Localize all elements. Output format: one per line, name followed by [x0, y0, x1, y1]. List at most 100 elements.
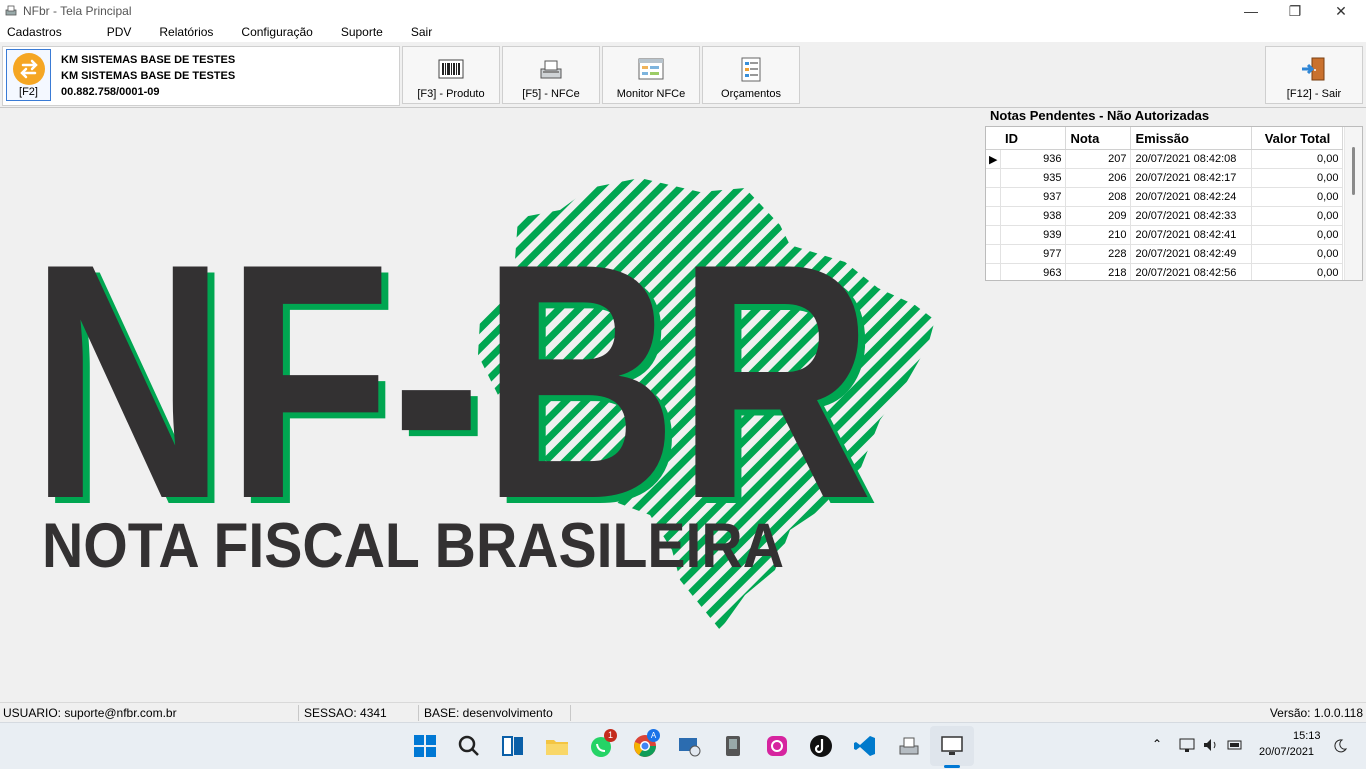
battery-icon[interactable]	[1226, 737, 1244, 753]
table-row[interactable]: 935 206 20/07/2021 08:42:17 0,00	[986, 168, 1344, 188]
close-icon: ✕	[1335, 2, 1347, 19]
company-cnpj: 00.882.758/0001-09	[61, 86, 160, 98]
cell-nota: 208	[1065, 187, 1132, 207]
cell-nota: 209	[1065, 206, 1132, 226]
monitor-nfce-label: Monitor NFCe	[616, 88, 686, 100]
column-header-emissao[interactable]: Emissão	[1130, 127, 1253, 150]
focus-assist-icon[interactable]	[1332, 738, 1348, 754]
cash-register-icon	[540, 60, 562, 79]
column-header-id[interactable]: ID	[1000, 127, 1067, 150]
menu-sair[interactable]: Sair	[404, 22, 439, 42]
title-bar: NFbr - Tela Principal — ❐ ✕	[0, 0, 1366, 22]
row-indicator	[986, 225, 1002, 245]
cell-id: 939	[1000, 225, 1067, 245]
table-row[interactable]: 977 228 20/07/2021 08:42:49 0,00	[986, 244, 1344, 264]
pending-notes-grid[interactable]: ID Nota Emissão Valor Total ▶ 936 207 20…	[985, 126, 1363, 281]
indicator-header	[986, 127, 1001, 150]
sair-button[interactable]: [F12] - Sair	[1265, 46, 1363, 104]
cell-valor-total: 0,00	[1251, 244, 1344, 264]
produto-button[interactable]: [F3] - Produto	[402, 46, 500, 104]
cell-id: 937	[1000, 187, 1067, 207]
cell-emissao: 20/07/2021 08:42:49	[1130, 244, 1253, 264]
pending-notes-table: ID Nota Emissão Valor Total ▶ 936 207 20…	[986, 127, 1344, 280]
cell-id: 938	[1000, 206, 1067, 226]
nfce-label: [F5] - NFCe	[522, 88, 580, 100]
app-printer-icon	[5, 5, 17, 16]
sair-label: [F12] - Sair	[1286, 88, 1342, 100]
menu-configuracao[interactable]: Configuração	[234, 22, 319, 42]
cell-id: 936	[1000, 149, 1067, 169]
logo-subtitle: NOTA FISCAL BRASILEIRA	[42, 511, 784, 581]
cell-valor-total: 0,00	[1251, 168, 1344, 188]
orcamentos-button[interactable]: Orçamentos	[702, 46, 800, 104]
cell-valor-total: 0,00	[1251, 149, 1344, 169]
table-row[interactable]: 937 208 20/07/2021 08:42:24 0,00	[986, 187, 1344, 207]
close-button[interactable]: ✕	[1318, 0, 1364, 22]
swap-arrows-icon	[13, 53, 45, 85]
status-divider	[298, 705, 299, 721]
volume-icon[interactable]	[1202, 737, 1220, 753]
cell-valor-total: 0,00	[1251, 225, 1344, 245]
cell-nota: 207	[1065, 149, 1132, 169]
quote-document-icon	[741, 57, 761, 82]
chevron-up-icon[interactable]: ⌃	[1152, 737, 1162, 751]
scrollbar-thumb[interactable]	[1352, 147, 1355, 195]
grid-vertical-scrollbar[interactable]	[1344, 127, 1362, 280]
column-header-nota[interactable]: Nota	[1065, 127, 1132, 150]
cell-id: 935	[1000, 168, 1067, 188]
device-manager-icon[interactable]	[720, 733, 746, 759]
minimize-button[interactable]: —	[1228, 0, 1274, 22]
nfbr-app-icon[interactable]	[896, 733, 922, 759]
window-title: NFbr - Tela Principal	[23, 4, 132, 18]
status-bar: USUARIO: suporte@nfbr.com.br SESSAO: 434…	[0, 702, 1366, 723]
search-icon[interactable]	[456, 733, 482, 759]
cell-valor-total: 0,00	[1251, 206, 1344, 226]
restore-icon: ❐	[1288, 2, 1302, 19]
cell-emissao: 20/07/2021 08:42:41	[1130, 225, 1253, 245]
clock-time[interactable]: 15:13	[1293, 730, 1321, 742]
task-view-icon[interactable]	[500, 733, 526, 759]
table-header-row: ID Nota Emissão Valor Total	[986, 127, 1344, 150]
tiktok-icon[interactable]	[808, 733, 834, 759]
column-header-valor-total[interactable]: Valor Total	[1251, 127, 1344, 150]
monitor-nfce-button[interactable]: Monitor NFCe	[602, 46, 700, 104]
file-explorer-icon[interactable]	[544, 733, 570, 759]
menu-relatorios[interactable]: Relatórios	[152, 22, 220, 42]
company-panel: [F2] KM SISTEMAS BASE DE TESTES KM SISTE…	[2, 46, 400, 106]
row-indicator	[986, 244, 1002, 264]
menu-suporte[interactable]: Suporte	[334, 22, 390, 42]
cell-emissao: 20/07/2021 08:42:24	[1130, 187, 1253, 207]
pending-notes-title: Notas Pendentes - Não Autorizadas	[990, 108, 1210, 123]
network-icon[interactable]	[1178, 737, 1196, 753]
chrome-profile-badge: A	[647, 729, 660, 742]
orcamentos-label: Orçamentos	[721, 88, 781, 100]
nfce-button[interactable]: [F5] - NFCe	[502, 46, 600, 104]
cell-valor-total: 0,00	[1251, 187, 1344, 207]
instagram-icon[interactable]	[764, 733, 790, 759]
vscode-icon[interactable]	[852, 733, 878, 759]
cell-emissao: 20/07/2021 08:42:33	[1130, 206, 1253, 226]
company-info: KM SISTEMAS BASE DE TESTES KM SISTEMAS B…	[61, 52, 235, 100]
menu-cadastros[interactable]: Cadastros	[0, 22, 69, 42]
f2-label: [F2]	[19, 86, 38, 98]
remote-desktop-icon[interactable]	[676, 733, 702, 759]
status-usuario: USUARIO: suporte@nfbr.com.br	[3, 706, 177, 720]
table-row[interactable]: 963 218 20/07/2021 08:42:56 0,00	[986, 263, 1344, 280]
cell-id: 977	[1000, 244, 1067, 264]
switch-company-button[interactable]: [F2]	[6, 49, 51, 101]
table-row[interactable]: 938 209 20/07/2021 08:42:33 0,00	[986, 206, 1344, 226]
windows-start-icon[interactable]	[412, 733, 438, 759]
clock-date[interactable]: 20/07/2021	[1259, 746, 1314, 758]
screen-app-icon[interactable]	[939, 733, 965, 759]
status-divider	[570, 705, 571, 721]
maximize-button[interactable]: ❐	[1272, 0, 1318, 22]
menu-pdv[interactable]: PDV	[100, 22, 139, 42]
cell-id: 963	[1000, 263, 1067, 280]
monitor-window-icon	[638, 58, 664, 80]
status-versao: Versão: 1.0.0.118	[1269, 706, 1363, 720]
company-trade-name: KM SISTEMAS BASE DE TESTES	[61, 70, 236, 82]
cell-nota: 228	[1065, 244, 1132, 264]
table-row[interactable]: 939 210 20/07/2021 08:42:41 0,00	[986, 225, 1344, 245]
menu-bar: Cadastros PDV Relatórios Configuração Su…	[0, 22, 1366, 42]
table-row[interactable]: ▶ 936 207 20/07/2021 08:42:08 0,00	[986, 149, 1344, 169]
